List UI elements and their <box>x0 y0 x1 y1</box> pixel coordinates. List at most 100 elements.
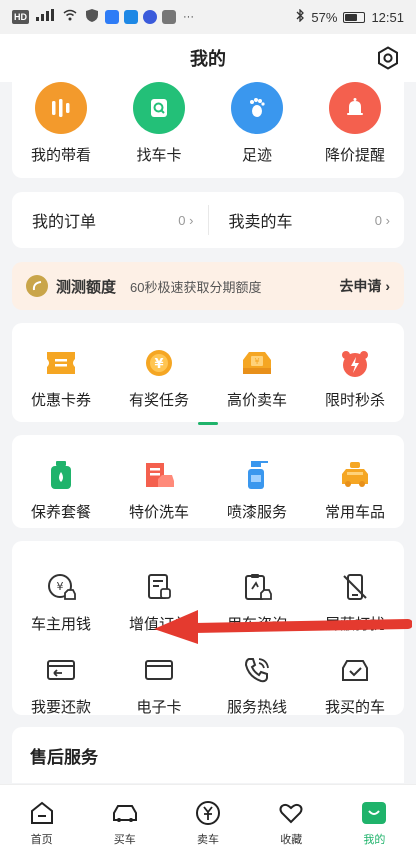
quick-item-footprint[interactable]: 足迹 <box>209 82 305 165</box>
tab-home[interactable]: 首页 <box>0 785 83 857</box>
grid-label: 电子卡 <box>136 699 182 716</box>
status-bar: HD ··· 57% 12:51 <box>0 0 416 34</box>
my-orders-button[interactable]: 我的订单 0 › <box>12 208 208 232</box>
grid-label: 服务热线 <box>226 699 287 716</box>
settings-button[interactable] <box>376 46 400 70</box>
block-phone-icon <box>335 567 375 607</box>
grid-item-cars-bought[interactable]: 我买的车 <box>307 650 403 717</box>
coupon-icon <box>41 343 81 383</box>
bluetooth-icon <box>296 8 305 25</box>
my-orders-count: 0 › <box>178 212 194 228</box>
clock: 12:51 <box>371 9 404 25</box>
vpn-shield-icon <box>84 8 100 26</box>
order-doc-icon <box>139 567 179 607</box>
credit-apply-link[interactable]: 去申请 › <box>339 276 390 296</box>
grid-item-tasks[interactable]: ¥ 有奖任务 <box>111 343 207 410</box>
grid-item-maintenance[interactable]: 保养套餐 <box>13 455 109 522</box>
wifi-icon <box>61 9 79 25</box>
quick-item-car-card[interactable]: 找车卡 <box>111 82 207 165</box>
cars-sold-count: 0 › <box>374 212 390 228</box>
grid-label: 车主用钱 <box>30 616 91 633</box>
app-q-icon <box>124 10 138 24</box>
grid-label: 保养套餐 <box>30 504 91 521</box>
e-card-icon <box>139 650 179 690</box>
tools-card: ¥ 车主用钱 增值订单 用车咨询 屏蔽打扰 我要还款 电子卡 服务热线 我买的车 <box>12 541 404 732</box>
profile-icon <box>360 799 388 827</box>
car-icon <box>111 799 139 827</box>
quick-item-price-alert[interactable]: 降价提醒 <box>307 82 403 165</box>
chevron-right-icon: › <box>385 278 390 294</box>
grid-item-owner-loan[interactable]: ¥ 车主用钱 <box>13 567 109 634</box>
bars-icon <box>35 82 87 134</box>
grid-item-value-orders[interactable]: 增值订单 <box>111 567 207 634</box>
tab-profile[interactable]: 我的 <box>333 785 416 857</box>
battery-icon <box>343 11 366 23</box>
grid-label: 增值订单 <box>128 616 189 633</box>
hd-icon: HD <box>12 10 29 24</box>
grid-item-car-goods[interactable]: 常用车品 <box>307 455 403 522</box>
tab-favorites[interactable]: 收藏 <box>250 785 333 857</box>
grid-item-car-wash[interactable]: 特价洗车 <box>111 455 207 522</box>
grid-label: 特价洗车 <box>128 504 189 521</box>
quick-label: 降价提醒 <box>324 147 385 164</box>
grid-item-car-consult[interactable]: 用车咨询 <box>209 567 305 634</box>
grid-item-flash-sale[interactable]: 限时秒杀 <box>307 343 403 410</box>
quick-label: 足迹 <box>241 147 272 164</box>
oil-icon <box>41 455 81 495</box>
grid-item-sell-high[interactable]: ¥ 高价卖车 <box>209 343 305 410</box>
page-header: 我的 <box>0 34 416 82</box>
home-icon <box>28 799 56 827</box>
grid-label: 屏蔽打扰 <box>324 616 385 633</box>
status-right: 57% 12:51 <box>296 8 404 25</box>
car-services-card: 保养套餐 特价洗车 喷漆服务 常用车品 <box>12 435 404 528</box>
credit-title: 测测额度 <box>56 278 117 296</box>
after-sales-title: 售后服务 <box>30 748 98 767</box>
tab-label: 卖车 <box>197 834 219 846</box>
bought-car-icon <box>335 650 375 690</box>
my-orders-label: 我的订单 <box>32 214 97 231</box>
grid-item-spray-paint[interactable]: 喷漆服务 <box>209 455 305 522</box>
grid-label: 我买的车 <box>324 699 385 716</box>
app-grey-icon <box>162 10 176 24</box>
more-notifications-icon: ··· <box>183 11 194 23</box>
flash-sale-icon <box>335 343 375 383</box>
grid-label: 高价卖车 <box>226 392 287 409</box>
orders-card: 我的订单 0 › 我卖的车 0 › <box>12 192 404 248</box>
chevron-right-icon: › <box>189 212 194 228</box>
bell-icon <box>329 82 381 134</box>
grid-item-hotline[interactable]: 服务热线 <box>209 650 305 717</box>
card-search-icon <box>133 82 185 134</box>
spray-icon <box>237 455 277 495</box>
app-notify-icon <box>105 10 119 24</box>
car-wash-icon <box>139 455 179 495</box>
credit-description: 60秒极速获取分期额度 <box>130 279 262 295</box>
after-sales-section: 售后服务 <box>12 727 404 783</box>
grid-item-block-disturb[interactable]: 屏蔽打扰 <box>307 567 403 634</box>
grid-item-e-card[interactable]: 电子卡 <box>111 650 207 717</box>
money-car-icon: ¥ <box>41 567 81 607</box>
quick-access-card: 我的带看 找车卡 足迹 降价提醒 <box>12 82 404 178</box>
grid-label: 常用车品 <box>324 504 385 521</box>
grid-item-coupons[interactable]: 优惠卡券 <box>13 343 109 410</box>
tab-sell-car[interactable]: 卖车 <box>166 785 249 857</box>
chevron-right-icon: › <box>385 212 390 228</box>
grid-label: 限时秒杀 <box>324 392 385 409</box>
bottom-tab-bar: 首页 买车 卖车 收藏 我的 <box>0 784 416 857</box>
footprint-icon <box>231 82 283 134</box>
page-indicator <box>198 422 218 425</box>
grid-item-repayment[interactable]: 我要还款 <box>13 650 109 717</box>
tab-label: 收藏 <box>280 834 303 846</box>
tab-label: 买车 <box>113 834 136 846</box>
benefits-card: 优惠卡券 ¥ 有奖任务 ¥ 高价卖车 限时秒杀 <box>12 323 404 425</box>
repay-card-icon <box>41 650 81 690</box>
credit-banner[interactable]: 测测额度 60秒极速获取分期额度 去申请 › <box>12 262 404 310</box>
svg-text:¥: ¥ <box>57 580 64 593</box>
page-title: 我的 <box>190 49 226 69</box>
cars-sold-button[interactable]: 我卖的车 0 › <box>209 208 405 232</box>
sell-car-icon: ¥ <box>237 343 277 383</box>
quick-item-my-viewings[interactable]: 我的带看 <box>13 82 109 165</box>
grid-label: 优惠卡券 <box>30 392 91 409</box>
yen-icon <box>194 799 222 827</box>
battery-percent: 57% <box>311 9 338 25</box>
tab-buy-car[interactable]: 买车 <box>83 785 166 857</box>
